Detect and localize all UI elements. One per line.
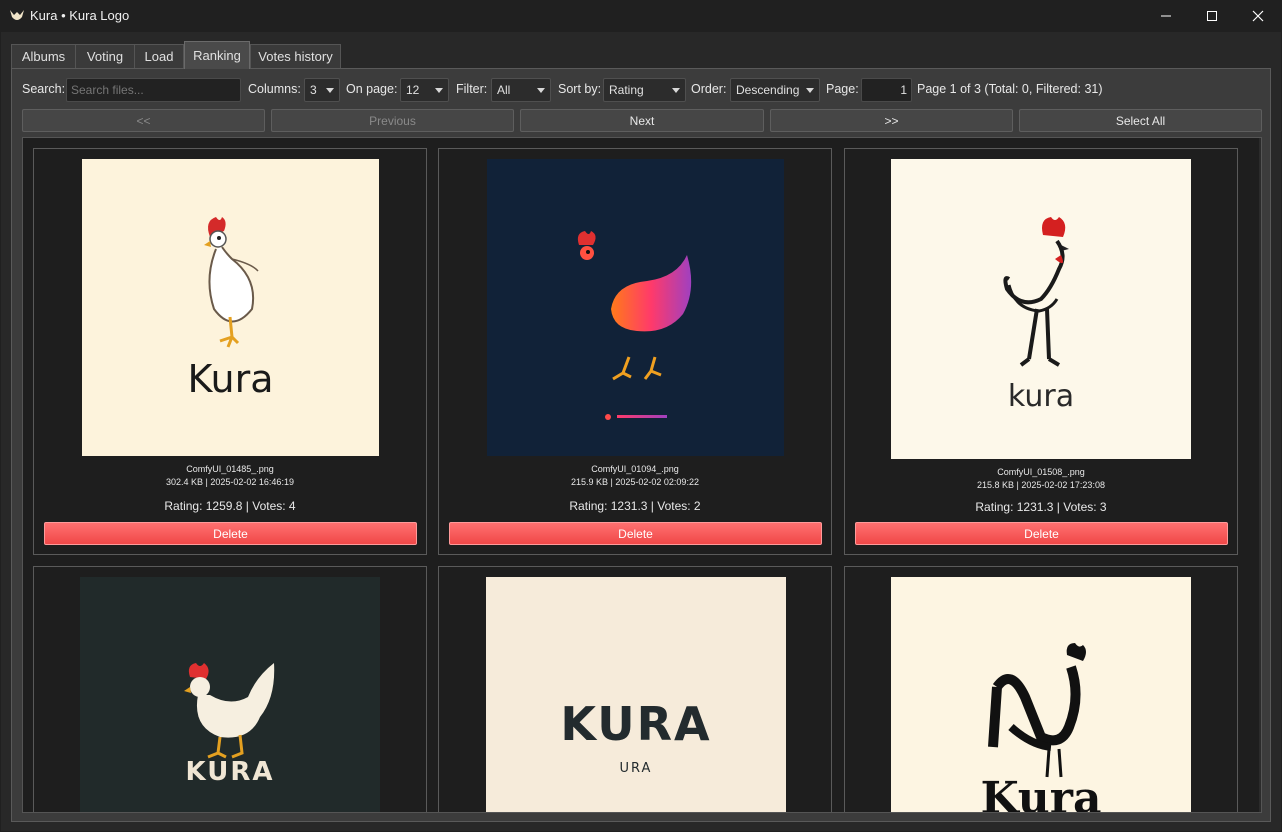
columns-label: Columns: [248, 82, 301, 96]
onpage-select[interactable]: 12 [400, 78, 449, 102]
image-thumbnail[interactable]: kura [891, 159, 1191, 459]
onpage-value: 12 [406, 83, 420, 97]
maximize-button[interactable] [1189, 0, 1235, 32]
image-thumbnail[interactable]: Kura [891, 577, 1191, 813]
image-card[interactable]: ComfyUI_01094_.png 215.9 KB | 2025-02-02… [438, 148, 832, 555]
rating-text: Rating: 1231.3 | Votes: 2 [569, 499, 701, 513]
image-card[interactable]: KURA [33, 566, 427, 812]
pagination-bar: << Previous Next >> Select All [22, 109, 1262, 133]
columns-select[interactable]: 3 [304, 78, 340, 102]
search-input[interactable] [66, 78, 241, 102]
delete-button[interactable]: Delete [44, 522, 417, 545]
last-page-button[interactable]: >> [770, 109, 1013, 132]
logo-subtext: URA [619, 761, 653, 776]
image-thumbnail[interactable]: KURA URA [486, 577, 786, 812]
previous-page-button[interactable]: Previous [271, 109, 514, 132]
search-label: Search: [22, 82, 66, 96]
logo-text: kura [1007, 379, 1075, 414]
tab-voting[interactable]: Voting [75, 44, 135, 68]
sortby-label: Sort by: [558, 82, 602, 96]
chevron-down-icon [537, 88, 545, 93]
columns-value: 3 [310, 83, 317, 97]
chevron-down-icon [435, 88, 443, 93]
delete-button[interactable]: Delete [449, 522, 822, 545]
onpage-label: On page: [346, 82, 398, 96]
file-name: ComfyUI_01485_.png [186, 464, 274, 474]
chevron-down-icon [672, 88, 680, 93]
rooster-illustration [1003, 217, 1069, 367]
chevron-down-icon [806, 88, 814, 93]
file-meta: 215.9 KB | 2025-02-02 02:09:22 [571, 477, 699, 487]
order-select[interactable]: Descending [730, 78, 820, 102]
filter-toolbar: Search: Columns: 3 On page: 12 Filter: A… [22, 77, 1262, 103]
next-page-button[interactable]: Next [520, 109, 764, 132]
first-page-button[interactable]: << [22, 109, 265, 132]
order-label: Order: [691, 82, 727, 96]
file-name: ComfyUI_01508_.png [997, 467, 1085, 477]
close-button[interactable] [1235, 0, 1281, 32]
rating-text: Rating: 1259.8 | Votes: 4 [164, 499, 296, 513]
sortby-value: Rating [609, 83, 644, 97]
minimize-button[interactable] [1143, 0, 1189, 32]
client-area: Albums Voting Load Ranking Votes history… [1, 32, 1281, 831]
filter-label: Filter: [456, 82, 488, 96]
tab-albums[interactable]: Albums [11, 44, 76, 68]
delete-button[interactable]: Delete [855, 522, 1228, 545]
page-info: Page 1 of 3 (Total: 0, Filtered: 31) [917, 82, 1103, 96]
logo-text: Kura [187, 357, 274, 401]
rating-text: Rating: 1231.3 | Votes: 3 [975, 500, 1107, 514]
page-label: Page: [826, 82, 859, 96]
file-name: ComfyUI_01094_.png [591, 464, 679, 474]
maximize-icon [1207, 11, 1217, 21]
select-all-button[interactable]: Select All [1019, 109, 1262, 132]
scroll-down-icon[interactable] [1261, 800, 1262, 810]
order-value: Descending [736, 83, 800, 97]
app-logo-icon [10, 10, 24, 20]
image-thumbnail[interactable]: Kura [82, 159, 379, 456]
image-thumbnail[interactable] [487, 159, 784, 456]
rooster-illustration [577, 231, 692, 420]
logo-text: KURA [185, 757, 275, 787]
tab-votes-history[interactable]: Votes history [250, 44, 341, 68]
sortby-select[interactable]: Rating [603, 78, 686, 102]
vertical-scrollbar[interactable] [1259, 138, 1262, 812]
scroll-up-icon[interactable] [1261, 142, 1262, 152]
file-meta: 302.4 KB | 2025-02-02 16:46:19 [166, 477, 294, 487]
ranking-panel: Search: Columns: 3 On page: 12 Filter: A… [11, 68, 1271, 822]
filter-value: All [497, 83, 511, 97]
window-title: Kura • Kura Logo [30, 8, 130, 23]
image-grid[interactable]: Kura ComfyUI_01485_.png 302.4 KB | 2025-… [22, 137, 1262, 813]
logo-text: Kura [980, 773, 1102, 813]
image-card[interactable]: kura ComfyUI_01508_.png 215.8 KB | 2025-… [844, 148, 1238, 555]
minimize-icon [1161, 15, 1171, 17]
chevron-down-icon [326, 88, 334, 93]
image-card[interactable]: Kura ComfyUI_01485_.png 302.4 KB | 2025-… [33, 148, 427, 555]
rooster-illustration [204, 217, 259, 348]
logo-text: KURA [560, 697, 712, 751]
tab-load[interactable]: Load [134, 44, 184, 68]
file-meta: 215.8 KB | 2025-02-02 17:23:08 [977, 480, 1105, 490]
tab-ranking[interactable]: Ranking [184, 41, 250, 69]
image-card[interactable]: KURA URA [438, 566, 832, 812]
title-bar: Kura • Kura Logo [0, 0, 1282, 32]
filter-select[interactable]: All [491, 78, 551, 102]
image-card[interactable]: Kura [844, 566, 1238, 813]
scrollbar-thumb[interactable] [1261, 152, 1262, 410]
image-thumbnail[interactable]: KURA [80, 577, 380, 812]
close-icon [1252, 10, 1264, 22]
page-spinbox[interactable]: 1 [861, 78, 912, 102]
